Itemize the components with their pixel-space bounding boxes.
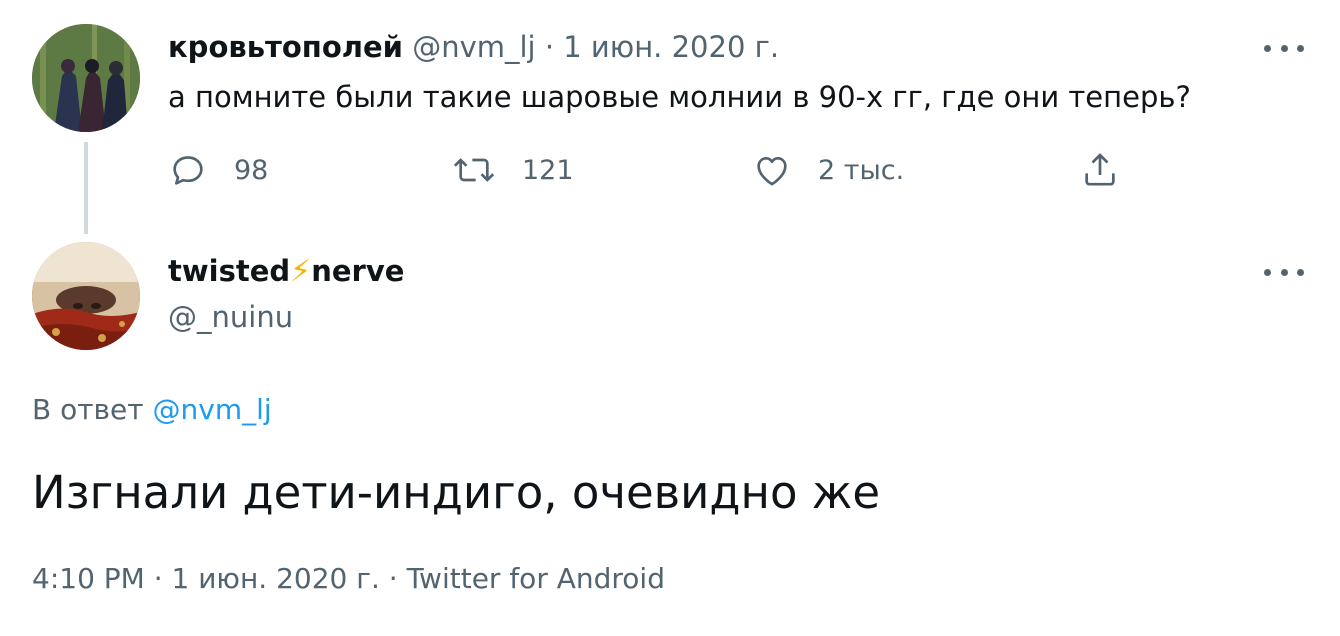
author-handle[interactable]: @nvm_lj — [412, 30, 535, 64]
retweet-count: 121 — [522, 154, 574, 186]
tweet2-text: Изгнали дети-индиго, очевидно же — [32, 466, 881, 519]
reply-context: В ответ @nvm_lj — [32, 393, 272, 426]
reply-button[interactable]: 98 — [168, 148, 268, 192]
like-count: 2 тыс. — [818, 154, 905, 186]
tweet-meta[interactable]: 4:10 PM · 1 июн. 2020 г. · Twitter for A… — [32, 562, 665, 595]
reply-to-link[interactable]: @nvm_lj — [153, 393, 272, 426]
tweet1-text: а помните были такие шаровые молнии в 90… — [168, 80, 1191, 114]
avatar-nuinu[interactable] — [32, 242, 140, 350]
more-icon[interactable] — [1264, 38, 1304, 58]
author-handle[interactable]: @_nuinu — [168, 300, 293, 334]
lightning-emoji: ⚡ — [290, 254, 312, 289]
tweet2-author[interactable]: twisted⚡nerve — [168, 254, 404, 289]
more-icon[interactable] — [1264, 262, 1304, 282]
retweet-icon — [452, 150, 496, 190]
like-icon — [752, 150, 792, 190]
tweet1-header: кровьтополей @nvm_lj · 1 июн. 2020 г. — [168, 30, 779, 64]
retweet-button[interactable]: 121 — [452, 148, 574, 192]
thread-line — [84, 142, 88, 234]
tweet-date[interactable]: 1 июн. 2020 г. — [563, 30, 779, 64]
share-button[interactable] — [1080, 148, 1120, 192]
share-icon — [1080, 150, 1120, 190]
author-name[interactable]: кровьтополей — [168, 30, 403, 64]
author-name-part2: nerve — [311, 254, 405, 288]
avatar-kroytopoley[interactable] — [32, 24, 140, 132]
reply-count: 98 — [234, 154, 269, 186]
separator: · — [544, 30, 555, 64]
reply-prefix: В ответ — [32, 393, 144, 426]
reply-icon — [168, 150, 208, 190]
like-button[interactable]: 2 тыс. — [752, 148, 904, 192]
author-name-part1: twisted — [168, 254, 291, 288]
